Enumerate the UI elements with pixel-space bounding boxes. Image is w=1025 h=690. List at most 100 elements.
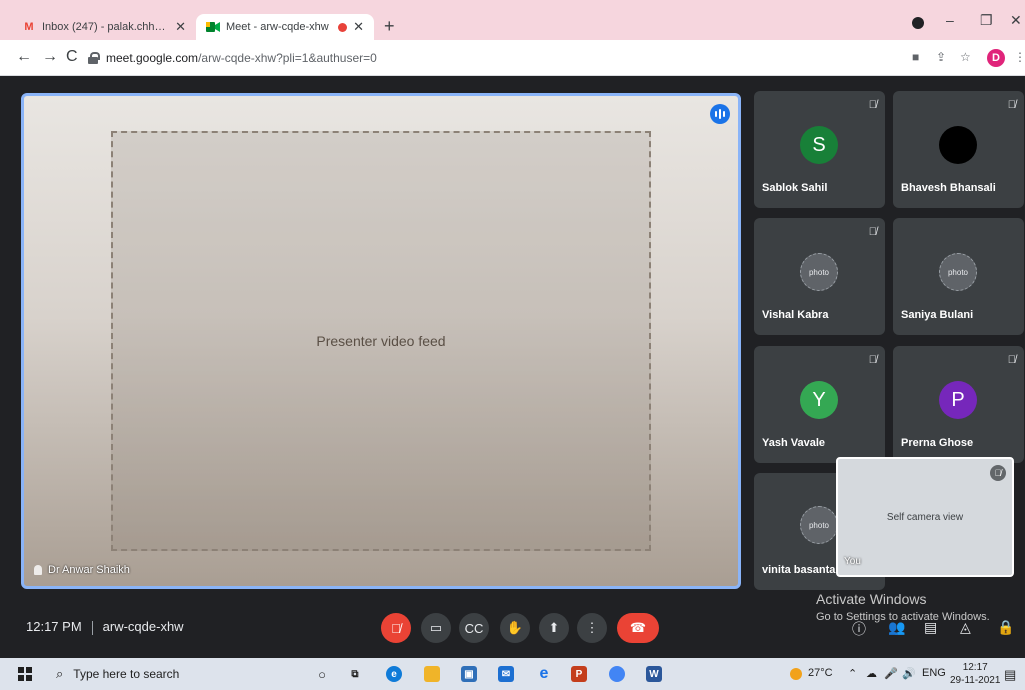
new-tab-button[interactable]: +: [384, 16, 395, 37]
muted-mic-icon: 🎙̸: [990, 465, 1006, 481]
participant-tile-yash-vavale[interactable]: 🎙̸ Y Yash Vavale: [754, 346, 885, 463]
profile-avatar[interactable]: D: [987, 49, 1005, 67]
browser-toolbar: ← → C meet.google.com/arw-cqde-xhw?pli=1…: [0, 40, 1025, 76]
internet-explorer-icon[interactable]: e: [536, 665, 552, 682]
avatar: photo: [939, 253, 977, 291]
muted-mic-icon: 🎙̸: [868, 99, 877, 111]
file-explorer-icon[interactable]: [424, 666, 440, 682]
avatar: photo: [800, 253, 838, 291]
windows-taskbar: ⌕ Type here to search ○ ⧉ e ▣ ✉ e P W 27…: [0, 658, 1025, 690]
forward-button[interactable]: →: [42, 48, 58, 66]
divider: [91, 620, 93, 635]
speaking-indicator-icon: [710, 104, 730, 124]
powerpoint-icon[interactable]: P: [571, 666, 587, 682]
temperature: 27°C: [808, 667, 833, 679]
participant-name: vinita basantar: [762, 564, 840, 576]
host-controls-icon[interactable]: 🔒: [997, 619, 1014, 636]
close-window-button[interactable]: ✕: [1010, 12, 1022, 29]
meeting-info: 12:17 PM arw-cqde-xhw: [26, 619, 184, 635]
onedrive-icon[interactable]: ☁: [866, 667, 877, 680]
browser-tab-strip: M Inbox (247) - palak.chhablani@ ✕ Meet …: [0, 0, 1025, 40]
people-icon[interactable]: 👥: [888, 619, 905, 636]
avatar: Y: [800, 381, 838, 419]
chrome-menu-icon[interactable]: ⋮: [1014, 50, 1025, 64]
gmail-icon: M: [24, 21, 34, 33]
notifications-icon[interactable]: ▤: [1004, 667, 1016, 683]
participant-tile-prerna-ghose[interactable]: 🎙̸ P Prerna Ghose: [893, 346, 1024, 463]
microphone-tray-icon[interactable]: 🎤: [884, 667, 898, 680]
share-icon[interactable]: ⇪: [936, 50, 946, 64]
meet-control-bar: 12:17 PM arw-cqde-xhw 🎙̸ ▭ CC ✋ ⬆ ⋮ ☎ ⓘ 👥…: [0, 591, 1025, 657]
camera-in-use-icon[interactable]: ■: [912, 50, 919, 64]
store-icon[interactable]: ▣: [461, 666, 477, 682]
participant-name: Bhavesh Bhansali: [901, 182, 996, 194]
self-label: You: [844, 556, 861, 567]
participant-name: Yash Vavale: [762, 437, 825, 449]
participant-name: Prerna Ghose: [901, 437, 974, 449]
present-screen-button[interactable]: ⬆: [539, 613, 569, 643]
weather-icon: [790, 668, 802, 680]
participant-tile-sablok-sahil[interactable]: 🎙̸ S Sablok Sahil: [754, 91, 885, 208]
presenter-video: Presenter video feed: [24, 96, 738, 586]
muted-mic-icon: 🎙̸: [1007, 354, 1016, 366]
url-path: /arw-cqde-xhw?pli=1&authuser=0: [198, 51, 377, 65]
camera-toggle-button[interactable]: ▭: [421, 613, 451, 643]
cortana-icon[interactable]: ○: [314, 666, 330, 682]
more-options-button[interactable]: ⋮: [577, 613, 607, 643]
search-placeholder: Type here to search: [73, 667, 180, 681]
avatar: photo: [800, 506, 838, 544]
tab-google-meet[interactable]: Meet - arw-cqde-xhw ✕: [196, 14, 374, 40]
volume-icon[interactable]: 🔊: [902, 667, 916, 680]
meet-stage: Presenter video feed Dr Anwar Shaikh 🎙̸ …: [0, 76, 1025, 658]
chrome-media-icon[interactable]: [912, 17, 924, 29]
reload-button[interactable]: C: [66, 48, 78, 66]
restore-button[interactable]: ❐: [980, 12, 993, 29]
bookmark-star-icon[interactable]: ☆: [960, 50, 971, 64]
meeting-time: 12:17 PM: [26, 619, 82, 634]
captions-button[interactable]: CC: [459, 613, 489, 643]
participant-tile-bhavesh-bhansali[interactable]: 🎙̸ Bhavesh Bhansali: [893, 91, 1024, 208]
participant-tile-vishal-kabra[interactable]: 🎙̸ photo Vishal Kabra: [754, 218, 885, 335]
participant-name: Saniya Bulani: [901, 309, 974, 321]
presenter-tile[interactable]: Presenter video feed Dr Anwar Shaikh: [21, 93, 741, 589]
participant-tile-saniya-bulani[interactable]: photo Saniya Bulani: [893, 218, 1024, 335]
mic-icon: [34, 565, 42, 575]
lock-icon: [88, 52, 100, 64]
recording-indicator-icon: [338, 22, 348, 32]
tab-gmail-inbox[interactable]: M Inbox (247) - palak.chhablani@ ✕: [12, 14, 196, 40]
tab-title: Inbox (247) - palak.chhablani@: [42, 21, 170, 33]
input-language[interactable]: ENG: [922, 667, 946, 679]
chrome-icon[interactable]: [609, 666, 625, 682]
word-icon[interactable]: W: [646, 666, 662, 682]
mail-icon[interactable]: ✉: [498, 666, 514, 682]
edge-icon[interactable]: e: [386, 666, 402, 682]
mic-toggle-button[interactable]: 🎙̸: [381, 613, 411, 643]
tab-title: Meet - arw-cqde-xhw: [226, 21, 329, 33]
taskbar-clock[interactable]: 12:17 29-11-2021: [950, 661, 1000, 687]
close-tab-icon[interactable]: ✕: [175, 19, 186, 35]
muted-mic-icon: 🎙̸: [868, 226, 877, 238]
avatar: S: [800, 126, 838, 164]
raise-hand-button[interactable]: ✋: [500, 613, 530, 643]
task-view-icon[interactable]: ⧉: [347, 666, 363, 682]
presenter-name-label: Dr Anwar Shaikh: [34, 564, 130, 576]
taskbar-search-input[interactable]: ⌕ Type here to search: [48, 662, 300, 686]
minimize-button[interactable]: –: [946, 12, 954, 28]
participant-name: Vishal Kabra: [762, 309, 829, 321]
self-camera-placeholder: Self camera view: [886, 511, 964, 523]
windows-start-icon[interactable]: [18, 667, 32, 681]
meeting-details-icon[interactable]: ⓘ: [852, 619, 866, 639]
url-host: meet.google.com: [106, 51, 199, 65]
chat-icon[interactable]: ▤: [924, 619, 937, 636]
back-button[interactable]: ←: [16, 48, 32, 66]
tray-chevron-icon[interactable]: ⌃: [848, 667, 857, 680]
muted-mic-icon: 🎙̸: [868, 354, 877, 366]
address-bar[interactable]: meet.google.com/arw-cqde-xhw?pli=1&authu…: [88, 46, 898, 70]
close-tab-icon[interactable]: ✕: [353, 19, 364, 35]
watermark-title: Activate Windows: [816, 591, 927, 607]
leave-call-button[interactable]: ☎: [617, 613, 659, 643]
participant-name: Sablok Sahil: [762, 182, 828, 194]
activities-icon[interactable]: ◬: [960, 619, 971, 636]
self-view-tile[interactable]: Self camera view 🎙̸ You: [836, 457, 1014, 577]
meeting-code: arw-cqde-xhw: [102, 619, 184, 634]
